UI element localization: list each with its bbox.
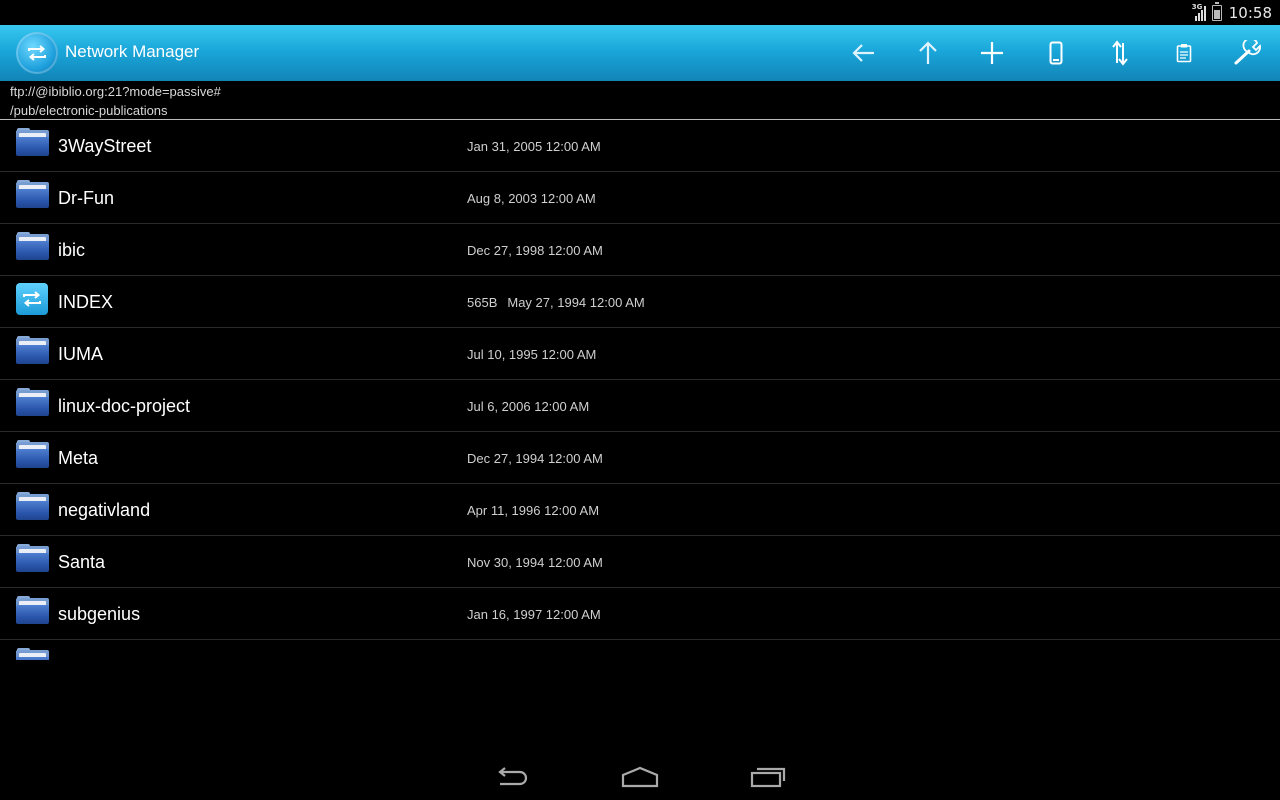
- app-icon[interactable]: [16, 32, 58, 74]
- file-name: 3WayStreet: [58, 136, 152, 156]
- folder-icon: [16, 544, 49, 572]
- file-name: Santa: [58, 552, 106, 572]
- list-item[interactable]: ibic Dec 27, 1998 12:00 AM: [0, 224, 1280, 276]
- file-meta: 565B May 27, 1994 12:00 AM: [467, 295, 645, 310]
- action-buttons: [832, 25, 1280, 81]
- list-item[interactable]: subgenius Jan 16, 1997 12:00 AM: [0, 588, 1280, 640]
- file-date: Apr 11, 1996 12:00 AM: [467, 503, 600, 518]
- list-item[interactable]: Dr-Fun Aug 8, 2003 12:00 AM: [0, 172, 1280, 224]
- home-icon: [621, 766, 659, 788]
- file-date: Nov 30, 1994 12:00 AM: [467, 555, 603, 570]
- nav-back-icon: [498, 767, 528, 786]
- network-file-icon: [16, 283, 49, 315]
- list-item-partial[interactable]: [0, 640, 1280, 660]
- action-bar: Network Manager: [0, 25, 1280, 81]
- transfer-button[interactable]: [1088, 25, 1152, 81]
- add-button[interactable]: [960, 25, 1024, 81]
- back-arrow-icon: [852, 44, 874, 62]
- nav-back-button[interactable]: [492, 762, 532, 792]
- nav-home-button[interactable]: [620, 762, 660, 792]
- folder-icon: [16, 232, 49, 260]
- list-item[interactable]: Santa Nov 30, 1994 12:00 AM: [0, 536, 1280, 588]
- folder-icon: [16, 440, 49, 468]
- status-icons: 3G 10:58: [1191, 1, 1272, 23]
- sync-icon: [28, 45, 46, 61]
- file-date: May 27, 1994 12:00 AM: [507, 295, 645, 310]
- file-date: Dec 27, 1994 12:00 AM: [467, 451, 603, 466]
- add-icon: [981, 42, 1003, 64]
- navigation-bar: [0, 752, 1280, 800]
- status-bar: 3G 10:58: [0, 0, 1280, 25]
- transfer-icon: [1112, 40, 1128, 66]
- file-name: INDEX: [58, 292, 114, 312]
- clock: 10:58: [1228, 3, 1272, 22]
- file-name: IUMA: [58, 344, 103, 364]
- folder-icon: [16, 388, 49, 416]
- nav-recents-button[interactable]: [748, 762, 788, 792]
- up-arrow-icon: [919, 41, 937, 64]
- list-item[interactable]: linux-doc-project Jul 6, 2006 12:00 AM: [0, 380, 1280, 432]
- file-date: Jul 6, 2006 12:00 AM: [467, 399, 590, 414]
- current-path: ftp://@ibiblio.org:21?mode=passive# /pub…: [10, 82, 221, 120]
- file-name: Meta: [58, 448, 99, 468]
- app-title: Network Manager: [65, 42, 200, 61]
- path-server: ftp://@ibiblio.org:21?mode=passive#: [10, 84, 221, 99]
- file-date: Aug 8, 2003 12:00 AM: [467, 191, 596, 206]
- file-list[interactable]: 3WayStreet Jan 31, 2005 12:00 AM Dr-Fun …: [0, 120, 1280, 660]
- recents-icon: [750, 767, 786, 788]
- settings-button[interactable]: [1216, 25, 1280, 81]
- file-date: Dec 27, 1998 12:00 AM: [467, 243, 603, 258]
- local-storage-button[interactable]: [1024, 25, 1088, 81]
- path-directory: /pub/electronic-publications: [10, 103, 168, 118]
- folder-icon: [16, 648, 49, 660]
- file-date: Jan 31, 2005 12:00 AM: [467, 139, 601, 154]
- file-name: ibic: [58, 240, 86, 260]
- file-name: negativland: [58, 500, 151, 520]
- back-button[interactable]: [832, 25, 896, 81]
- clipboard-icon: [1176, 44, 1192, 63]
- folder-icon: [16, 128, 49, 156]
- folder-icon: [16, 180, 49, 208]
- list-item[interactable]: 3WayStreet Jan 31, 2005 12:00 AM: [0, 120, 1280, 172]
- up-button[interactable]: [896, 25, 960, 81]
- list-item[interactable]: IUMA Jul 10, 1995 12:00 AM: [0, 328, 1280, 380]
- file-name: subgenius: [58, 604, 141, 624]
- list-item[interactable]: Meta Dec 27, 1994 12:00 AM: [0, 432, 1280, 484]
- phone-icon: [1049, 41, 1063, 65]
- file-name: Dr-Fun: [58, 188, 115, 208]
- folder-icon: [16, 336, 49, 364]
- file-size: 565B: [467, 295, 498, 310]
- clipboard-button[interactable]: [1152, 25, 1216, 81]
- wrench-icon: [1234, 40, 1261, 65]
- network-type-label: 3G: [1191, 2, 1203, 11]
- file-date: Jan 16, 1997 12:00 AM: [467, 607, 601, 622]
- file-date: Jul 10, 1995 12:00 AM: [467, 347, 597, 362]
- battery-icon: [1211, 1, 1222, 21]
- signal-icon: 3G: [1191, 2, 1208, 22]
- folder-icon: [16, 492, 49, 520]
- file-name: linux-doc-project: [58, 396, 191, 416]
- list-item[interactable]: INDEX 565B May 27, 1994 12:00 AM: [0, 276, 1280, 328]
- folder-icon: [16, 596, 49, 624]
- list-item[interactable]: negativland Apr 11, 1996 12:00 AM: [0, 484, 1280, 536]
